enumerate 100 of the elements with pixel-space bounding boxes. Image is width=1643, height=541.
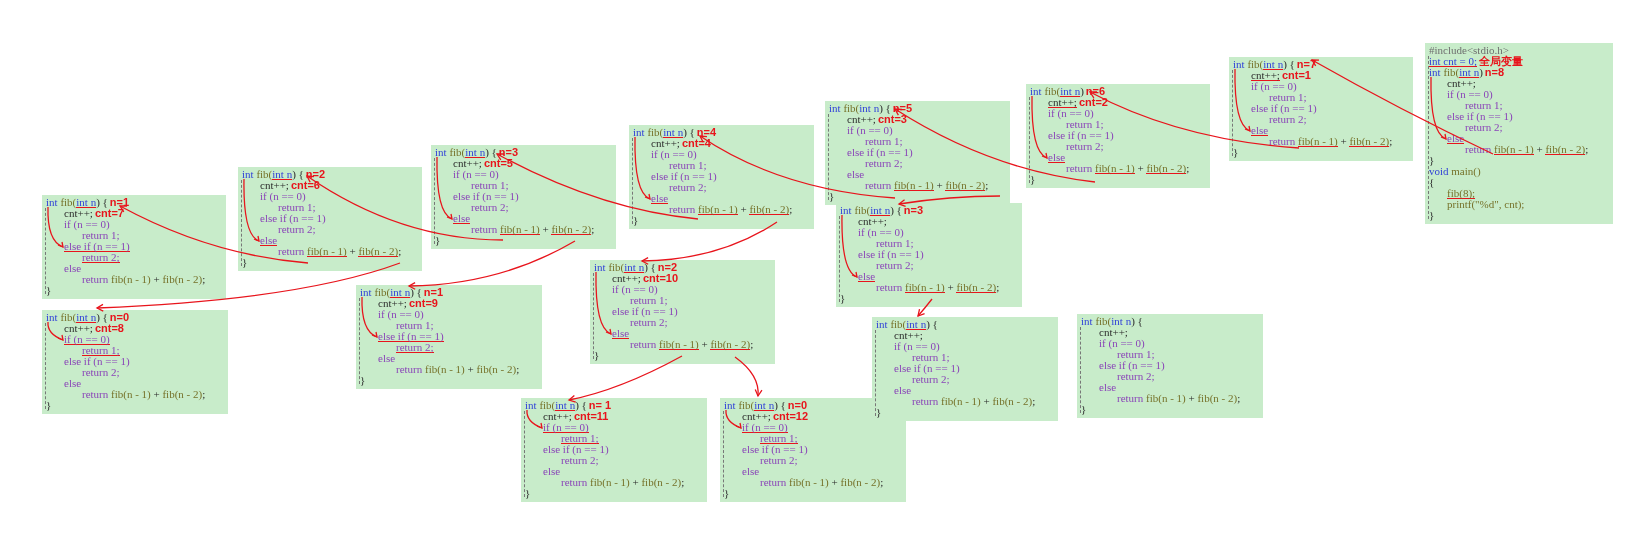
annotation: cnt=4: [681, 138, 711, 149]
code-line: else if (n == 1): [378, 331, 444, 342]
code-line: fib(8);: [1447, 188, 1476, 199]
code-line: if (n == 0): [378, 309, 424, 320]
annotation: n=1: [423, 287, 444, 298]
code-line: return 2;: [561, 455, 599, 466]
code-line: else: [260, 235, 278, 246]
annotation: n=6: [1085, 86, 1106, 97]
annotation: cnt=3: [877, 114, 907, 125]
code-line: return 2;: [1066, 141, 1104, 152]
code-line: cnt++;: [453, 158, 482, 169]
annotation: n=3: [903, 205, 924, 216]
code-line: if (n == 0): [64, 219, 110, 230]
code-line: int fib(int n): [1429, 67, 1483, 78]
annotation: n=0: [109, 312, 130, 323]
annotation: cnt=9: [408, 298, 438, 309]
code-line: }: [46, 400, 52, 411]
code-line: cnt++;: [1447, 78, 1476, 89]
code-line: int cnt = 0;: [1429, 56, 1478, 67]
code-line: }: [633, 215, 639, 226]
code-line: else: [612, 328, 630, 339]
annotation: cnt=12: [772, 411, 809, 422]
code-line: return 1;: [669, 160, 707, 171]
code-line: }: [435, 235, 441, 246]
code-line: int fib(int n) {: [633, 127, 695, 138]
code-line: }: [525, 488, 531, 499]
code-line: }: [242, 257, 248, 268]
code-line: return fib(n - 1) + fib(n - 2);: [669, 204, 793, 215]
code-line: int fib(int n) {: [46, 312, 108, 323]
code-line: cnt++;: [612, 273, 641, 284]
code-line: return 1;: [876, 238, 914, 249]
annotation: n=1: [109, 197, 130, 208]
code-line: int fib(int n) {: [435, 147, 497, 158]
code-line: return fib(n - 1) + fib(n - 2);: [396, 364, 520, 375]
code-line: else if (n == 1): [1251, 103, 1317, 114]
annotation: cnt=7: [94, 208, 124, 219]
code-line: if (n == 0): [847, 125, 893, 136]
code-line: if (n == 0): [612, 284, 658, 295]
code-line: return fib(n - 1) + fib(n - 2);: [876, 282, 1000, 293]
code-line: else: [64, 378, 82, 389]
code-line: else if (n == 1): [1048, 130, 1114, 141]
code-line: int fib(int n) {: [1081, 316, 1143, 327]
code-line: return fib(n - 1) + fib(n - 2);: [82, 274, 206, 285]
code-line: #include<stdio.h>: [1429, 45, 1509, 56]
code-line: if (n == 0): [651, 149, 697, 160]
annotation: cnt=1: [1281, 70, 1311, 81]
code-line: if (n == 0): [260, 191, 306, 202]
code-line: return 1;: [912, 352, 950, 363]
code-line: return fib(n - 1) + fib(n - 2);: [912, 396, 1036, 407]
code-line: else: [1099, 382, 1117, 393]
code-line: return 1;: [630, 295, 668, 306]
code-line: else if (n == 1): [742, 444, 808, 455]
code-line: }: [1429, 155, 1435, 166]
code-line: printf("%d", cnt);: [1447, 199, 1525, 210]
code-line: return 2;: [278, 224, 316, 235]
code-line: else: [651, 193, 669, 204]
code-line: }: [1081, 404, 1087, 415]
code-line: }: [1233, 147, 1239, 158]
code-line: cnt++;: [847, 114, 876, 125]
code-line: return 2;: [630, 317, 668, 328]
code-line: if (n == 0): [1251, 81, 1297, 92]
code-line: else: [894, 385, 912, 396]
code-line: cnt++;: [1099, 327, 1128, 338]
code-line: cnt++;: [378, 298, 407, 309]
code-line: if (n == 0): [742, 422, 788, 433]
code-line: return 2;: [865, 158, 903, 169]
code-line: else: [543, 466, 561, 477]
code-line: return 2;: [1117, 371, 1155, 382]
code-line: return 1;: [82, 345, 120, 356]
code-line: cnt++;: [64, 323, 93, 334]
annotation: cnt=6: [290, 180, 320, 191]
code-line: else if (n == 1): [612, 306, 678, 317]
code-line: return 2;: [82, 367, 120, 378]
code-line: int fib(int n) {: [840, 205, 902, 216]
code-line: int fib(int n) {: [829, 103, 891, 114]
code-line: return 2;: [396, 342, 434, 353]
code-line: return fib(n - 1) + fib(n - 2);: [1117, 393, 1241, 404]
code-line: else if (n == 1): [858, 249, 924, 260]
code-line: return 2;: [912, 374, 950, 385]
annotation: cnt=5: [483, 158, 513, 169]
annotation: cnt=11: [573, 411, 609, 422]
code-line: return 1;: [561, 433, 599, 444]
code-line: return fib(n - 1) + fib(n - 2);: [1066, 163, 1190, 174]
code-line: else if (n == 1): [651, 171, 717, 182]
code-line: else: [64, 263, 82, 274]
code-line: cnt++;: [64, 208, 93, 219]
code-line: return fib(n - 1) + fib(n - 2);: [760, 477, 884, 488]
code-line: }: [1429, 210, 1435, 221]
code-line: int fib(int n) {: [876, 319, 938, 330]
code-line: }: [594, 350, 600, 361]
code-line: int fib(int n) {: [242, 169, 304, 180]
code-line: return 1;: [760, 433, 798, 444]
code-line: int fib(int n) {: [1233, 59, 1295, 70]
code-line: else if (n == 1): [260, 213, 326, 224]
code-line: {: [1429, 177, 1435, 188]
code-line: else: [1048, 152, 1066, 163]
code-line: }: [360, 375, 366, 386]
code-line: else: [453, 213, 471, 224]
code-line: if (n == 0): [64, 334, 110, 345]
code-line: else: [1251, 125, 1269, 136]
